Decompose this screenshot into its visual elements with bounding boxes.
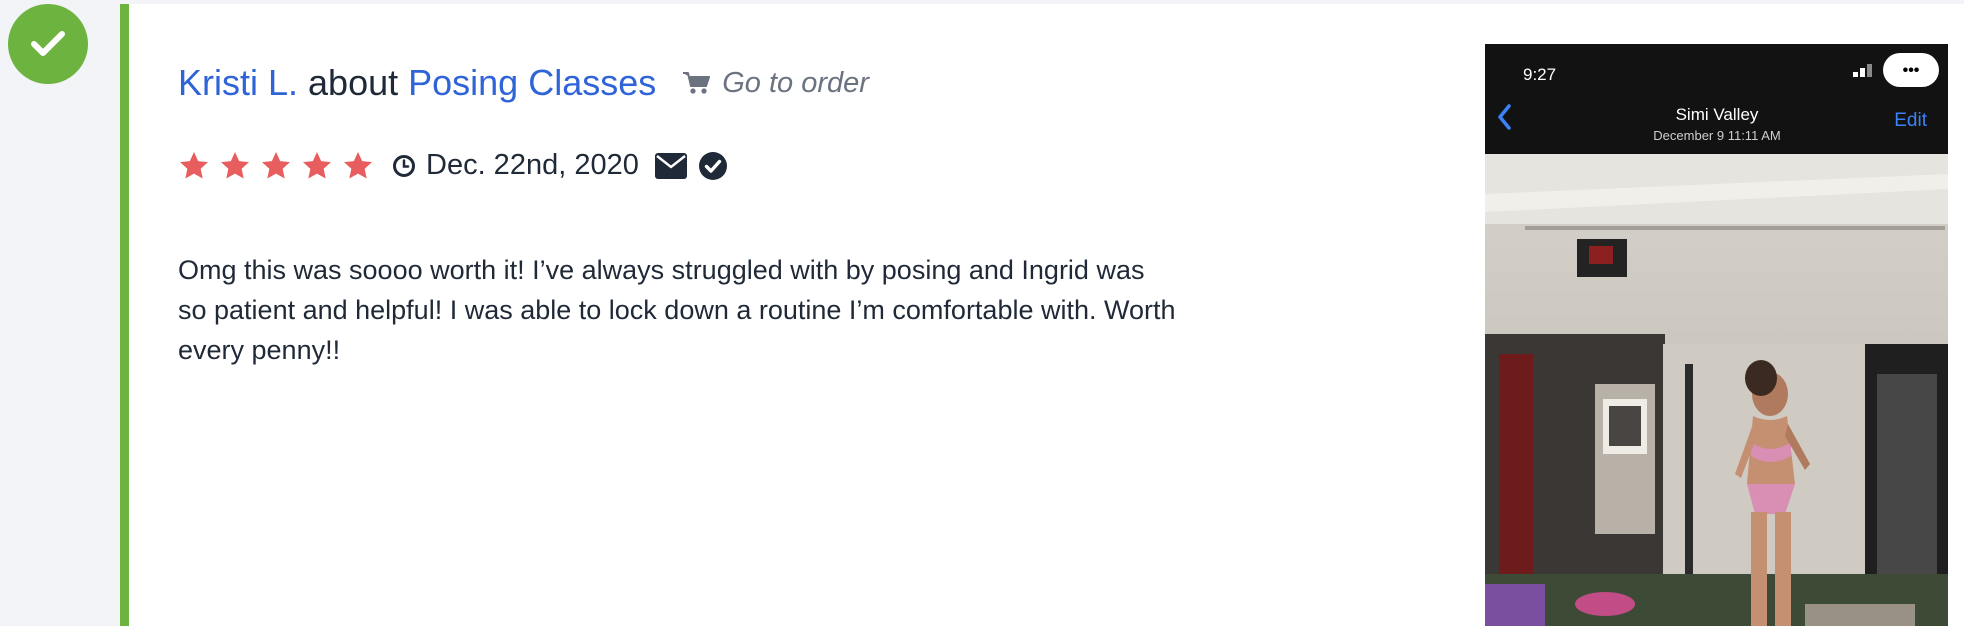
mail-icon[interactable] bbox=[654, 152, 687, 179]
review-header: Kristi L. about Posing Classes Go to ord… bbox=[178, 62, 869, 104]
go-to-order-link[interactable]: Go to order bbox=[682, 67, 869, 100]
review-meta: Dec. 22nd, 2020 bbox=[178, 149, 727, 182]
verified-icon bbox=[698, 151, 727, 180]
star-rating bbox=[178, 150, 374, 182]
photo-location: Simi Valley bbox=[1676, 105, 1759, 124]
review-photo[interactable]: 9:27 ••• Simi Valley December 9 11:11 AM… bbox=[1485, 44, 1948, 626]
star-icon bbox=[344, 151, 372, 179]
more-icon[interactable]: ••• bbox=[1903, 62, 1920, 79]
review-body: Omg this was soooo worth it! I’ve always… bbox=[178, 255, 1176, 365]
star-icon bbox=[180, 151, 208, 179]
star-icon bbox=[221, 151, 249, 179]
review-card: Kristi L. about Posing Classes Go to ord… bbox=[120, 4, 1964, 626]
approved-status-badge bbox=[8, 4, 88, 84]
about-label: about bbox=[308, 62, 399, 103]
photo-datetime: December 9 11:11 AM bbox=[1653, 128, 1780, 143]
go-to-order-label: Go to order bbox=[722, 66, 869, 99]
star-icon bbox=[303, 151, 331, 179]
review-date: Dec. 22nd, 2020 bbox=[392, 149, 639, 182]
check-icon bbox=[31, 31, 65, 56]
clock-icon bbox=[393, 154, 415, 177]
phone-time: 9:27 bbox=[1523, 65, 1556, 84]
review-date-text: Dec. 22nd, 2020 bbox=[426, 149, 639, 181]
photo-edit-button[interactable]: Edit bbox=[1894, 110, 1927, 131]
star-icon bbox=[262, 151, 290, 179]
product-link[interactable]: Posing Classes bbox=[408, 62, 656, 104]
reviewer-name-link[interactable]: Kristi L. bbox=[178, 62, 298, 104]
cart-icon bbox=[683, 72, 711, 94]
